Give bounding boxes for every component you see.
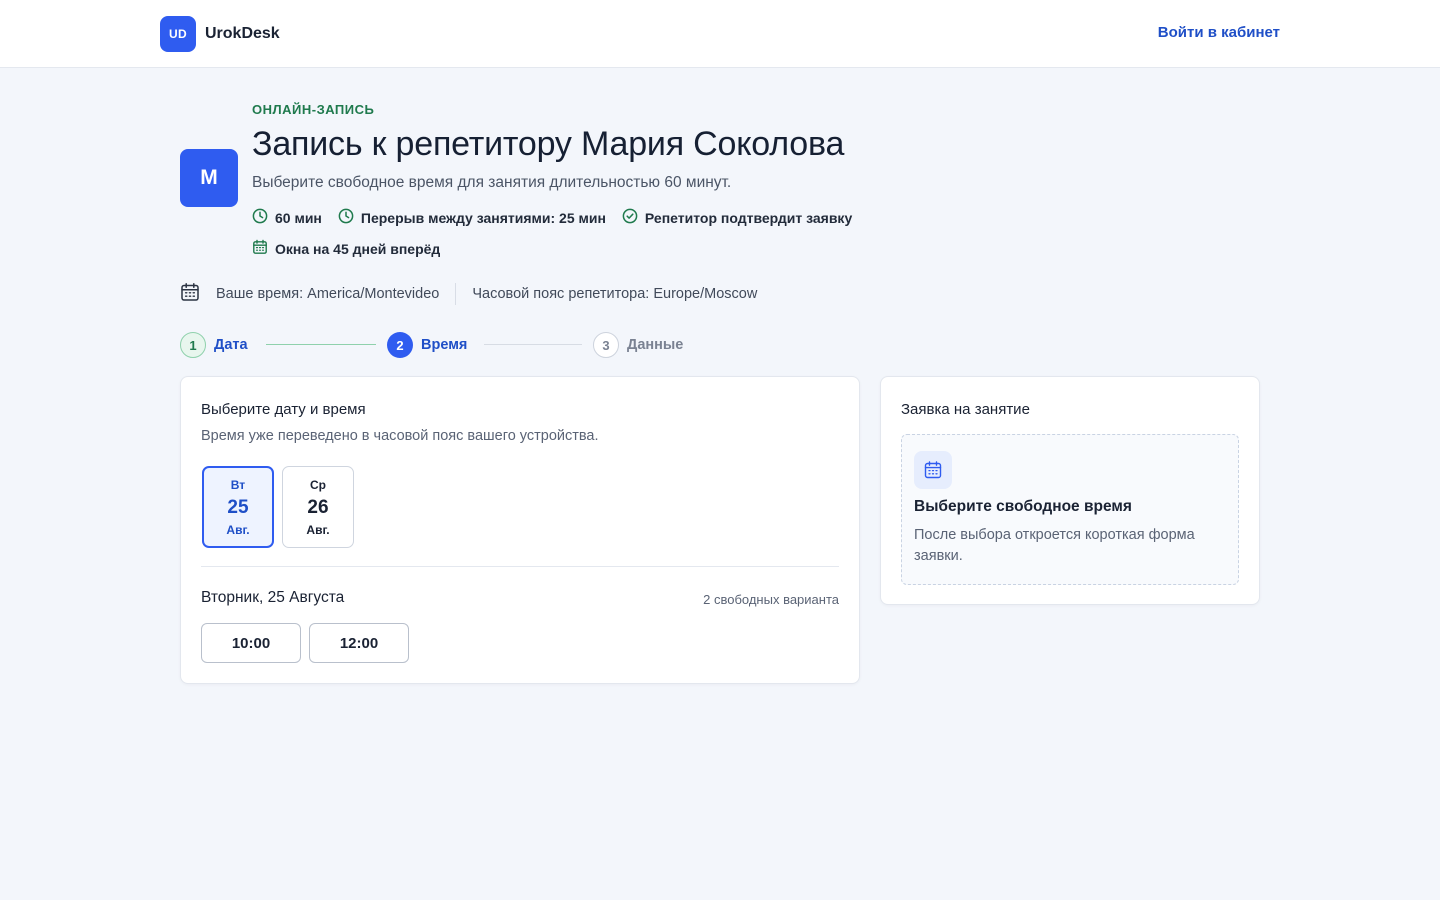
clock-icon bbox=[252, 208, 275, 227]
hero-text: ОНЛАЙН-ЗАПИСЬ Запись к репетитору Мария … bbox=[252, 96, 868, 258]
step-number: 1 bbox=[180, 332, 206, 358]
step-label: Дата bbox=[214, 337, 248, 353]
meta-row: 60 мин Перерыв между занятиями: 25 мин Р… bbox=[252, 208, 868, 227]
check-circle-icon bbox=[622, 208, 645, 227]
date-month: Авг. bbox=[306, 522, 330, 537]
date-day: 26 bbox=[307, 496, 329, 518]
date-month: Авг. bbox=[226, 522, 250, 537]
calendar-icon bbox=[180, 282, 200, 306]
summary-empty-text: После выбора откроется короткая форма за… bbox=[914, 527, 1195, 564]
summary-title: Заявка на занятие bbox=[901, 401, 1030, 418]
summary-empty-title: Выберите свободное время bbox=[914, 498, 1132, 515]
step-details: 3 Данные bbox=[593, 332, 683, 358]
summary-empty-state: Выберите свободное время После выбора от… bbox=[901, 434, 1239, 585]
user-timezone: Ваше время: America/Montevideo bbox=[216, 286, 440, 302]
divider bbox=[201, 566, 839, 567]
selected-day-label: Вторник, 25 Августа bbox=[201, 589, 345, 606]
step-label: Данные bbox=[627, 337, 684, 353]
time-slot-button[interactable]: 12:00 bbox=[309, 623, 409, 663]
eyebrow: ОНЛАЙН-ЗАПИСЬ bbox=[252, 102, 375, 117]
date-option-25[interactable]: Вт 25 Авг. bbox=[202, 466, 274, 548]
step-number: 2 bbox=[387, 332, 413, 358]
brand-logo: UD bbox=[160, 16, 196, 52]
clock-icon bbox=[338, 208, 361, 227]
date-time-picker-card: Выберите дату и время Время уже переведе… bbox=[180, 376, 860, 684]
tutor-timezone: Часовой пояс репетитора: Europe/Moscow bbox=[472, 286, 758, 302]
time-slot-button[interactable]: 10:00 bbox=[201, 623, 301, 663]
date-list: Вт 25 Авг. Ср 26 Авг. bbox=[202, 466, 362, 548]
page-title: Запись к репетитору Мария Соколова bbox=[252, 125, 845, 163]
brand[interactable]: UD UrokDesk bbox=[160, 16, 280, 52]
top-bar: UD UrokDesk Войти в кабинет bbox=[0, 0, 1440, 68]
date-weekday: Вт bbox=[230, 477, 246, 492]
booking-stepper: 1 Дата 2 Время 3 Данные bbox=[180, 332, 700, 358]
step-connector bbox=[266, 344, 376, 345]
timezone-row: Ваше время: America/Montevideo Часовой п… bbox=[180, 282, 757, 306]
step-number: 3 bbox=[593, 332, 619, 358]
calendar-icon bbox=[914, 451, 952, 489]
meta-duration-text: 60 мин bbox=[275, 209, 322, 226]
meta-window-text: Окна на 45 дней вперёд bbox=[275, 240, 441, 257]
meta-break: Перерыв между занятиями: 25 мин bbox=[338, 208, 606, 227]
hero: М ОНЛАЙН-ЗАПИСЬ Запись к репетитору Мари… bbox=[180, 96, 1080, 266]
meta-break-text: Перерыв между занятиями: 25 мин bbox=[360, 209, 606, 226]
meta-duration: 60 мин bbox=[252, 208, 322, 227]
step-connector bbox=[484, 344, 582, 345]
slot-count: 2 свободных варианта bbox=[703, 592, 839, 607]
date-day: 25 bbox=[227, 496, 249, 518]
divider bbox=[455, 283, 457, 305]
brand-name: UrokDesk bbox=[205, 25, 280, 42]
tutor-avatar: М bbox=[180, 149, 238, 207]
date-option-26[interactable]: Ср 26 Авг. bbox=[282, 466, 354, 548]
step-date[interactable]: 1 Дата bbox=[180, 332, 248, 358]
date-weekday: Ср bbox=[310, 477, 326, 492]
step-time[interactable]: 2 Время bbox=[387, 332, 467, 358]
picker-title: Выберите дату и время bbox=[201, 401, 366, 418]
page-subtitle: Выберите свободное время для занятия дли… bbox=[252, 174, 732, 191]
calendar-icon bbox=[252, 239, 275, 258]
time-slot-list: 10:00 12:00 bbox=[201, 623, 417, 663]
meta-window: Окна на 45 дней вперёд bbox=[252, 239, 440, 258]
login-link[interactable]: Войти в кабинет bbox=[1158, 24, 1280, 41]
meta-confirmation-text: Репетитор подтвердит заявку bbox=[644, 209, 853, 226]
meta-row-2: Окна на 45 дней вперёд bbox=[252, 239, 868, 258]
booking-summary-card: Заявка на занятие Выберите свободное вре… bbox=[880, 376, 1260, 605]
meta-confirmation: Репетитор подтвердит заявку bbox=[622, 208, 852, 227]
step-label: Время bbox=[421, 337, 468, 353]
picker-subtitle: Время уже переведено в часовой пояс ваше… bbox=[201, 428, 599, 444]
